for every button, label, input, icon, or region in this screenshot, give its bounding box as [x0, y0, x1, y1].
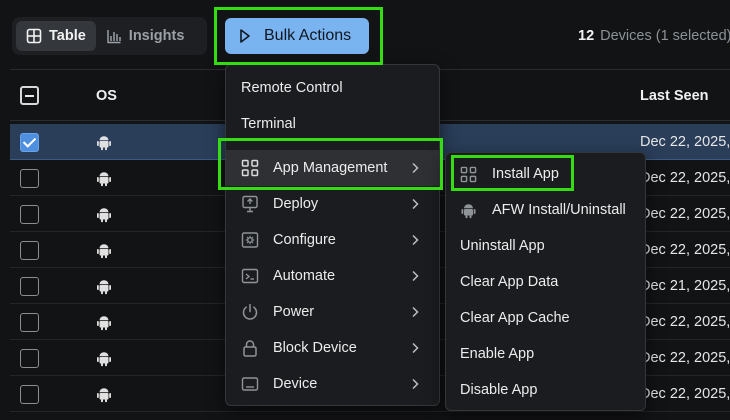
menu-item-label: Device: [273, 376, 318, 392]
submenu-item-install-app[interactable]: Install App: [446, 156, 645, 192]
last-seen-cell: Dec 22, 2025,: [640, 134, 730, 150]
submenu-item-enable-app[interactable]: Enable App: [446, 336, 645, 372]
row-checkbox[interactable]: [20, 313, 39, 332]
row-checkbox[interactable]: [20, 241, 39, 260]
device-count: 12 Devices (1 selected): [578, 28, 730, 44]
submenu-item-label: Clear App Cache: [460, 310, 570, 326]
submenu-item-label: Clear App Data: [460, 274, 559, 290]
view-toggle: Table Insights: [12, 17, 207, 55]
menu-item-label: App Management: [273, 160, 388, 176]
submenu-item-label: Uninstall App: [460, 238, 545, 254]
last-seen-cell: Dec 22, 2025,: [640, 314, 730, 330]
chevron-right-icon: [412, 270, 419, 282]
submenu-item-clear-app-cache[interactable]: Clear App Cache: [446, 300, 645, 336]
tab-insights[interactable]: Insights: [96, 21, 195, 51]
menu-item-device[interactable]: Device: [226, 366, 439, 402]
android-icon: [461, 204, 476, 219]
android-icon: [97, 388, 111, 403]
menu-item-label: Deploy: [273, 196, 319, 212]
tab-table-label: Table: [49, 28, 86, 44]
tab-table[interactable]: Table: [16, 21, 96, 51]
apps-grid-icon: [241, 159, 259, 177]
device-icon: [241, 377, 259, 391]
row-checkbox[interactable]: [20, 349, 39, 368]
menu-item-app-management[interactable]: App Management: [226, 150, 439, 186]
menu-item-configure[interactable]: Configure: [226, 222, 439, 258]
select-all-checkbox[interactable]: [20, 86, 39, 105]
table-icon: [26, 28, 42, 44]
android-icon: [97, 316, 111, 331]
chevron-right-icon: [412, 162, 419, 174]
menu-item-remote-control[interactable]: Remote Control: [226, 70, 439, 106]
submenu-item-uninstall-app[interactable]: Uninstall App: [446, 228, 645, 264]
lock-icon: [243, 340, 257, 357]
row-checkbox[interactable]: [20, 385, 39, 404]
device-count-suffix: Devices (1 selected): [600, 28, 730, 44]
row-checkbox[interactable]: [20, 205, 39, 224]
chevron-right-icon: [412, 198, 419, 210]
submenu-item-label: AFW Install/Uninstall: [492, 202, 626, 218]
android-icon: [97, 352, 111, 367]
last-seen-cell: Dec 22, 2025,: [640, 206, 730, 222]
play-icon: [240, 29, 250, 43]
menu-item-label: Automate: [273, 268, 336, 284]
menu-item-label: Remote Control: [241, 80, 343, 96]
menu-item-label: Block Device: [273, 340, 357, 356]
deploy-icon: [242, 195, 258, 213]
device-count-number: 12: [578, 28, 595, 44]
menu-item-automate[interactable]: Automate: [226, 258, 439, 294]
power-icon: [242, 303, 258, 320]
android-icon: [97, 136, 111, 151]
menu-item-block-device[interactable]: Block Device: [226, 330, 439, 366]
apps-grid-icon: [460, 166, 477, 183]
chevron-right-icon: [412, 234, 419, 246]
last-seen-cell: Dec 22, 2025,: [640, 350, 730, 366]
column-header-os[interactable]: OS: [96, 88, 117, 104]
menu-item-label: Configure: [273, 232, 336, 248]
column-header-last-seen[interactable]: Last Seen: [640, 88, 709, 104]
configure-icon: [241, 232, 259, 248]
android-icon: [97, 172, 111, 187]
last-seen-cell: Dec 21, 2025,: [640, 278, 730, 294]
automate-icon: [241, 268, 259, 284]
menu-item-label: Power: [273, 304, 315, 320]
app-management-submenu: Install App AFW Install/Uninstall Uninst…: [445, 152, 646, 411]
android-icon: [97, 208, 111, 223]
menu-item-deploy[interactable]: Deploy: [226, 186, 439, 222]
last-seen-cell: Dec 22, 2025,: [640, 170, 730, 186]
chevron-right-icon: [412, 306, 419, 318]
submenu-item-label: Disable App: [460, 382, 538, 398]
bulk-actions-label: Bulk Actions: [264, 27, 352, 44]
bulk-actions-menu: Remote Control Terminal App Management D…: [225, 64, 440, 406]
menu-item-label: Terminal: [241, 116, 296, 132]
menu-item-power[interactable]: Power: [226, 294, 439, 330]
row-checkbox[interactable]: [20, 133, 39, 152]
submenu-item-label: Install App: [492, 166, 559, 182]
submenu-item-afw-install-uninstall[interactable]: AFW Install/Uninstall: [446, 192, 645, 228]
row-checkbox[interactable]: [20, 277, 39, 296]
last-seen-cell: Dec 22, 2025,: [640, 242, 730, 258]
menu-item-terminal[interactable]: Terminal: [226, 106, 439, 142]
tab-insights-label: Insights: [128, 28, 185, 44]
android-icon: [97, 280, 111, 295]
bulk-actions-button[interactable]: Bulk Actions: [225, 18, 369, 54]
submenu-item-clear-app-data[interactable]: Clear App Data: [446, 264, 645, 300]
chevron-right-icon: [412, 342, 419, 354]
row-checkbox[interactable]: [20, 169, 39, 188]
bar-chart-icon: [107, 30, 121, 44]
submenu-item-label: Enable App: [460, 346, 535, 362]
last-seen-cell: Dec 22, 2025,: [640, 386, 730, 402]
android-icon: [97, 244, 111, 259]
chevron-right-icon: [412, 378, 419, 390]
submenu-item-disable-app[interactable]: Disable App: [446, 372, 645, 408]
